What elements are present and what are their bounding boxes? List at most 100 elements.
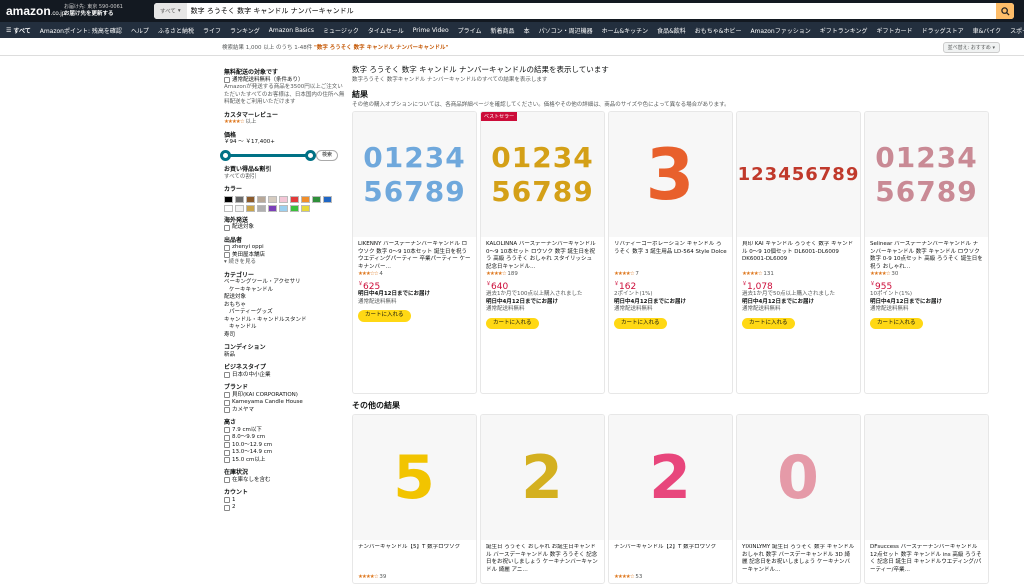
category-link[interactable]: ベーキングツール・アクセサリ [224, 279, 348, 287]
category-link[interactable]: キャンドル・キャンドルスタンド [224, 317, 348, 325]
seller-checkbox[interactable]: zhenyi oppi [224, 244, 348, 252]
deals-link[interactable]: すべての割引 [224, 174, 348, 182]
color-swatch[interactable] [257, 195, 266, 203]
color-swatch[interactable] [235, 195, 244, 203]
height-checkbox[interactable]: 8.0〜9.9 cm [224, 434, 348, 442]
color-swatch[interactable] [224, 195, 233, 203]
category-link[interactable]: おもちゃ [224, 302, 348, 310]
category-link[interactable]: パーティーグッズ [224, 309, 348, 317]
intl-shipping-checkbox[interactable]: 配送対象 [224, 224, 348, 232]
color-swatch[interactable] [246, 195, 255, 203]
count-checkbox[interactable]: 2 [224, 504, 348, 512]
product-title[interactable]: 貝印 KAI キャンドル ろうそく 数字 キャンドル 0〜9 10個セット DL… [742, 241, 855, 271]
add-to-cart-button[interactable]: カートに入れる [870, 317, 923, 329]
nav-item[interactable]: スポーツ [1010, 26, 1024, 35]
nav-item[interactable]: ホーム&キッチン [602, 26, 649, 35]
product-card[interactable]: 3 リバティーコーポレーション キャンドル ろうそく 数字 3 誕生用品 LD-5… [608, 111, 733, 394]
product-image[interactable]: 3 [609, 112, 732, 237]
height-checkbox[interactable]: 7.9 cm以下 [224, 427, 348, 435]
nav-item[interactable]: Amazonポイント: 残高を確認 [40, 26, 122, 35]
nav-item[interactable]: Amazon Basics [269, 27, 314, 34]
product-rating[interactable]: ★★★★☆ 39 [358, 574, 471, 582]
product-title[interactable]: リバティーコーポレーション キャンドル ろうそく 数字 3 誕生用品 LD-56… [614, 241, 727, 271]
deliver-to[interactable]: お届け先: 東京 590-0061 お届け先を更新する [64, 4, 154, 18]
color-swatch[interactable] [290, 195, 299, 203]
slider-max-handle[interactable] [305, 149, 316, 161]
color-swatch[interactable] [224, 204, 233, 212]
nav-item[interactable]: 車&バイク [973, 26, 1002, 35]
product-card[interactable]: DFsuccess バースデーナンバーキャンドル 12点セット 数字 キャンドル… [864, 414, 989, 584]
product-title[interactable]: ナンバーキャンドル【5】T 数字ロウソク [358, 544, 471, 574]
nav-item[interactable]: ふるさと納税 [158, 26, 194, 35]
product-card[interactable]: 2 誕生日 ろうそく おしゃれ お誕生日キャンドル バースデーキャンドル 数字 ろ… [480, 414, 605, 584]
seller-more-link[interactable]: ▾ 続きを見る [224, 259, 348, 267]
product-rating[interactable]: ★★★★☆ 30 [870, 271, 983, 279]
business-checkbox[interactable]: 日本の中小企業 [224, 372, 348, 380]
color-swatch[interactable] [268, 204, 277, 212]
color-swatch[interactable] [257, 204, 266, 212]
nav-item[interactable]: Prime Video [413, 27, 449, 34]
add-to-cart-button[interactable]: カートに入れる [358, 310, 411, 322]
product-title[interactable]: DFsuccess バースデーナンバーキャンドル 12点セット 数字 キャンドル… [870, 544, 983, 574]
product-image[interactable]: 2 [481, 415, 604, 540]
nav-item[interactable]: ギフトカード [877, 26, 913, 35]
color-swatch[interactable] [279, 204, 288, 212]
product-title[interactable]: Selinear バースデーナンバーキャンドル ナンバーキャンドル 数字 キャン… [870, 241, 983, 271]
product-image[interactable] [865, 415, 988, 540]
product-rating[interactable]: ★★★★☆ 131 [742, 271, 855, 279]
product-card[interactable]: 2 ナンバーキャンドル【2】T 数字ロウソク★★★★☆ 53￥250 [608, 414, 733, 584]
product-card[interactable]: 0 YIXINLYMY 誕生日 ろうそく 数字 キャンドル おしゃれ 数字 バース… [736, 414, 861, 584]
height-checkbox[interactable]: 10.0〜12.9 cm [224, 442, 348, 450]
color-swatch[interactable] [301, 204, 310, 212]
nav-item[interactable]: ランキング [230, 26, 260, 35]
product-rating[interactable]: ★★★☆☆ 4 [358, 271, 471, 279]
nav-item[interactable]: おもちゃ&ホビー [695, 26, 742, 35]
brand-checkbox[interactable]: 貝印(KAI CORPORATION) [224, 392, 348, 400]
nav-item[interactable]: プライム [458, 26, 482, 35]
count-checkbox[interactable]: 1 [224, 497, 348, 505]
product-card[interactable]: 5 ナンバーキャンドル【5】T 数字ロウソク★★★★☆ 39￥250 [352, 414, 477, 584]
sort-select[interactable]: 並べ替え: おすすめ ▾ [942, 42, 1000, 53]
color-swatch[interactable] [235, 204, 244, 212]
category-link[interactable]: キャンドル [224, 324, 348, 332]
category-link[interactable]: 配送対象 [224, 294, 348, 302]
nav-item[interactable]: ギフトランキング [820, 26, 868, 35]
review-filter[interactable]: ★★★★☆ 以上 [224, 119, 348, 127]
add-to-cart-button[interactable]: カートに入れる [614, 317, 667, 329]
search-category-select[interactable]: すべて ▾ [154, 3, 187, 19]
product-image[interactable]: 5 [353, 415, 476, 540]
free-shipping-checkbox[interactable]: 通常配送料無料（条件あり） [224, 77, 348, 85]
product-card[interactable]: ベストセラー 01234 56789 KALOLINNA バースデーナンバーキャンドル… [480, 111, 605, 394]
nav-item[interactable]: Amazonファッション [750, 26, 810, 35]
category-link[interactable]: 寿司 [224, 332, 348, 340]
product-card[interactable]: 01234 56789 Selinear バースデーナンバーキャンドル ナンバーキャ… [864, 111, 989, 394]
product-title[interactable]: KALOLINNA バースデーナンバーキャンドル 0〜9 10本セット ロウソク… [486, 241, 599, 271]
stock-checkbox[interactable]: 在庫なしを含む [224, 477, 348, 485]
search-input[interactable] [186, 3, 996, 19]
product-title[interactable]: 誕生日 ろうそく おしゃれ お誕生日キャンドル バースデーキャンドル 数字 ろう… [486, 544, 599, 574]
slider-min-handle[interactable] [220, 149, 231, 161]
brand-checkbox[interactable]: カメヤマ [224, 407, 348, 415]
nav-item[interactable]: ライフ [203, 26, 221, 35]
price-go-button[interactable]: 検索 [316, 149, 339, 161]
brand-checkbox[interactable]: Kameyama Candle House [224, 399, 348, 407]
height-checkbox[interactable]: 13.0〜14.9 cm [224, 449, 348, 457]
nav-item[interactable]: ドラッグストア [922, 26, 964, 35]
nav-item[interactable]: 新着商品 [491, 26, 515, 35]
amazon-logo[interactable]: amazon.co.jp [6, 4, 65, 18]
product-rating[interactable]: ★★★★☆ 7 [614, 271, 727, 279]
nav-item[interactable]: ヘルプ [131, 26, 149, 35]
add-to-cart-button[interactable]: カートに入れる [486, 317, 539, 329]
category-link[interactable]: ケーキキャンドル [224, 287, 348, 295]
nav-item[interactable]: 本 [524, 26, 530, 35]
color-swatch[interactable] [323, 195, 332, 203]
color-swatch[interactable] [279, 195, 288, 203]
product-card[interactable]: 123456789 貝印 KAI キャンドル ろうそく 数字 キャンドル 0〜9 … [736, 111, 861, 394]
seller-checkbox[interactable]: 美田屋本舗店 [224, 252, 348, 260]
product-rating[interactable]: ★★★★☆ 53 [614, 574, 727, 582]
product-image[interactable]: 01234 56789 [353, 112, 476, 237]
search-button[interactable] [996, 3, 1014, 19]
product-image[interactable]: ベストセラー 01234 56789 [481, 112, 604, 237]
add-to-cart-button[interactable]: カートに入れる [742, 317, 795, 329]
product-title[interactable]: LIKENNY バースデーナンバーキャンドル ロウソク 数字 0〜9 10本セッ… [358, 241, 471, 271]
